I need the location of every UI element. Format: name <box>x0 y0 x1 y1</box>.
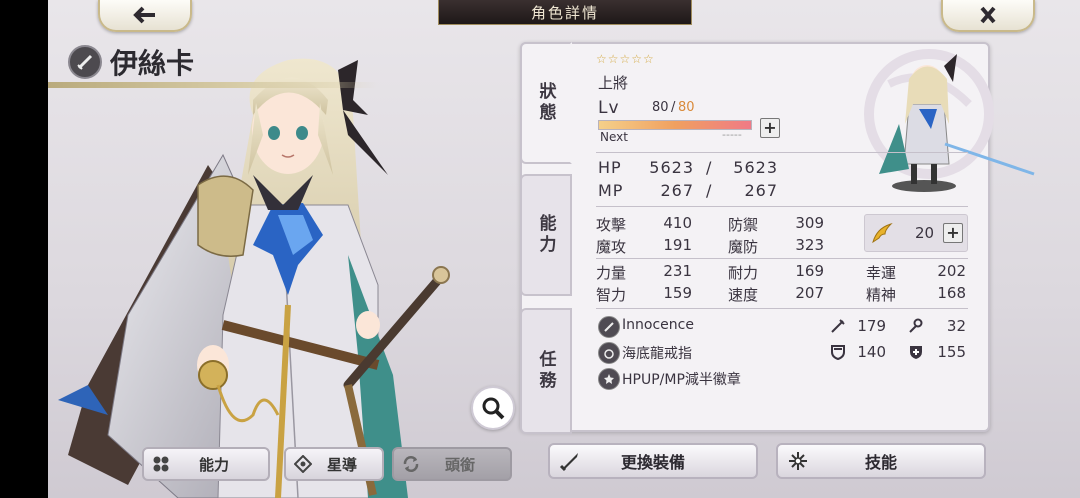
int-label: 智力 <box>596 286 627 304</box>
luck-value: 202 <box>937 262 966 280</box>
def-label: 防禦 <box>728 216 759 234</box>
close-icon <box>980 6 996 24</box>
mp-label: MP <box>598 181 624 200</box>
close-button[interactable] <box>941 0 1035 32</box>
equip-accessory-name[interactable]: 海底龍戒指 <box>622 343 692 363</box>
title-rank-button[interactable]: 頭銜 <box>392 447 512 481</box>
rank-text: 上將 <box>598 74 629 92</box>
chibi-character-sprite <box>864 49 1035 192</box>
weapon-type-icon <box>68 45 102 79</box>
atk-value: 410 <box>663 214 692 232</box>
tab-mission[interactable]: 任務 <box>520 308 572 434</box>
str-value: 231 <box>663 262 692 280</box>
status-panel: 狀態 能力 任務 ☆☆☆☆☆ 上將 Lv 80 / 80 + Next ----… <box>520 42 1035 434</box>
ability-icon <box>144 455 178 473</box>
hp-label: HP <box>598 158 622 177</box>
zoom-button[interactable] <box>471 386 515 430</box>
hp-separator: / <box>706 158 713 177</box>
divider <box>596 152 968 153</box>
spr-label: 精神 <box>866 286 897 304</box>
next-label: Next <box>600 130 628 144</box>
character-portrait <box>58 58 450 498</box>
wing-value: 20 <box>915 224 935 242</box>
tab-status[interactable]: 狀態 <box>520 42 572 164</box>
lv-max: 80 <box>678 100 695 115</box>
def-value: 309 <box>795 214 824 232</box>
page-title: 角色詳情 <box>438 0 692 25</box>
name-underline <box>48 82 378 88</box>
equip-weapon-name[interactable]: Innocence <box>622 317 694 333</box>
defense-stat-icon <box>831 345 845 360</box>
mdef-value: 323 <box>795 236 824 254</box>
luck-label: 幸運 <box>866 264 897 282</box>
mp-current: 267 <box>660 181 694 200</box>
spr-value: 168 <box>937 284 966 302</box>
attack-stat-icon <box>831 319 845 333</box>
wing-icon <box>872 222 893 244</box>
lv-separator: / <box>671 100 676 115</box>
ability-button[interactable]: 能力 <box>142 447 270 481</box>
rarity-stars: ☆☆☆☆☆ <box>596 52 655 66</box>
magic-stat-icon <box>909 318 923 333</box>
equip-badge-name[interactable]: HPUP/MP減半徽章 <box>622 369 741 389</box>
back-button[interactable] <box>98 0 192 32</box>
sword-icon <box>598 316 620 338</box>
int-value: 159 <box>663 284 692 302</box>
sparkle-icon <box>778 451 818 471</box>
magic-defense-stat-icon <box>910 346 922 359</box>
divider <box>596 258 968 259</box>
change-equipment-button[interactable]: 更換裝備 <box>548 443 758 479</box>
star-guide-icon <box>286 455 320 473</box>
status-content: ☆☆☆☆☆ 上將 Lv 80 / 80 + Next ----- HP 5623… <box>574 44 1035 430</box>
equip-magic-value: 32 <box>946 317 966 335</box>
matk-value: 191 <box>663 236 692 254</box>
game-screen: 角色詳情 伊絲卡 能力 星導 頭銜 狀態 能力 任務 ☆☆☆☆☆ 上將 Lv 8… <box>48 0 1080 498</box>
atk-label: 攻擊 <box>596 216 627 234</box>
ring-icon <box>598 342 620 364</box>
skills-label: 技能 <box>864 453 897 472</box>
character-name: 伊絲卡 <box>110 47 195 80</box>
matk-label: 魔攻 <box>596 238 627 256</box>
str-label: 力量 <box>596 264 627 282</box>
level-up-plus-button[interactable]: + <box>760 118 780 138</box>
divider <box>596 308 968 309</box>
equip-defense-value: 140 <box>857 343 886 361</box>
mp-max: 267 <box>744 181 778 200</box>
equip-attack-value: 179 <box>857 317 886 335</box>
equip-magic-defense-value: 155 <box>937 343 966 361</box>
spd-label: 速度 <box>728 286 759 304</box>
star-guide-button[interactable]: 星導 <box>284 447 384 481</box>
spd-value: 207 <box>795 284 824 302</box>
refresh-icon <box>394 454 428 474</box>
hp-current: 5623 <box>649 158 694 177</box>
character-name-row: 伊絲卡 <box>68 42 194 82</box>
tab-ability[interactable]: 能力 <box>520 174 572 296</box>
lv-label: Lv <box>598 98 620 118</box>
mdef-label: 魔防 <box>728 238 759 256</box>
change-equipment-label: 更換裝備 <box>620 453 685 472</box>
vit-label: 耐力 <box>728 264 759 282</box>
title-rank-button-label: 頭銜 <box>444 455 475 474</box>
ability-button-label: 能力 <box>198 455 229 474</box>
skills-button[interactable]: 技能 <box>776 443 986 479</box>
sword-icon <box>550 450 590 472</box>
divider <box>596 206 968 207</box>
back-arrow-icon <box>133 6 155 24</box>
wing-box: 20 + <box>864 214 968 252</box>
wing-plus-button[interactable]: + <box>943 223 963 243</box>
badge-icon <box>598 368 620 390</box>
lv-current: 80 <box>652 100 669 115</box>
vit-value: 169 <box>795 262 824 280</box>
next-value: ----- <box>722 128 742 141</box>
star-guide-button-label: 星導 <box>326 455 357 474</box>
hp-max: 5623 <box>733 158 778 177</box>
magnifier-icon <box>482 397 505 420</box>
mp-separator: / <box>706 181 713 200</box>
